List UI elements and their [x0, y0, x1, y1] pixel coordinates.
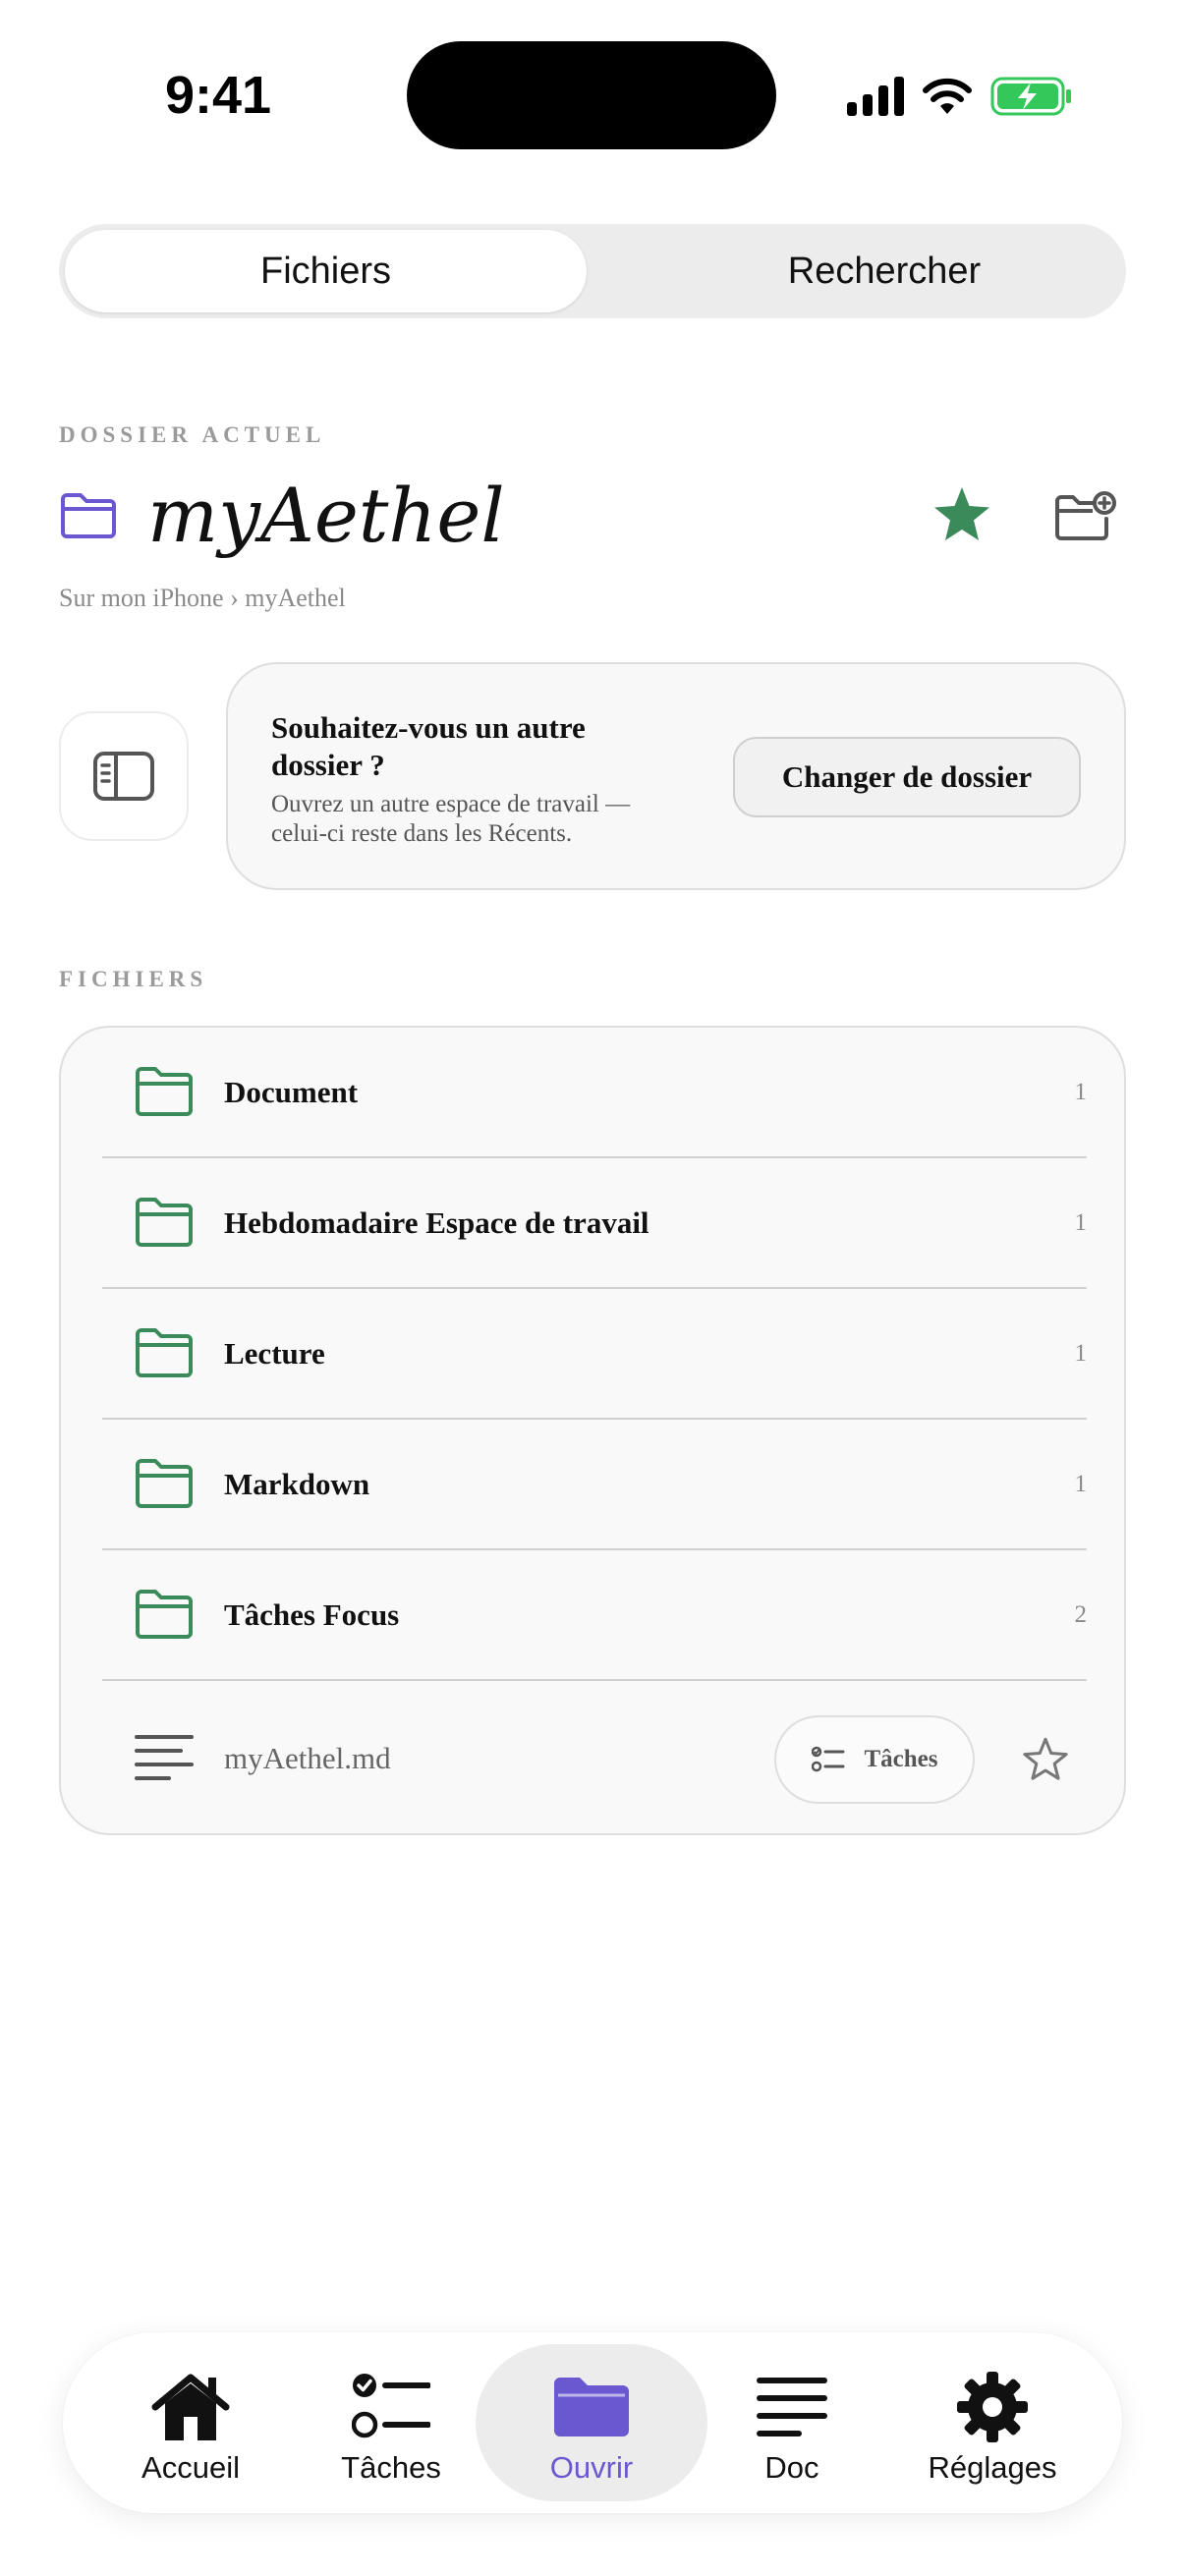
item-count: 1 [1074, 1079, 1088, 1105]
text-lines-icon [757, 2378, 827, 2436]
change-folder-button[interactable]: Changer de dossier [733, 737, 1081, 817]
files-list: Document 1 Hebdomadaire Espace de travai… [59, 1026, 1126, 1835]
folder-icon [136, 1459, 193, 1508]
folder-name: Lecture [224, 1336, 325, 1371]
document-lines-icon [135, 1735, 194, 1780]
folder-row-hebdomadaire[interactable]: Hebdomadaire Espace de travail 1 [102, 1158, 1087, 1289]
breadcrumb: Sur mon iPhone › myAethel [59, 584, 346, 612]
page-title: myAethel [147, 472, 505, 559]
folder-title-row: myAethel [59, 462, 1126, 570]
tab-accueil[interactable]: Accueil [92, 2332, 289, 2513]
item-count: 1 [1074, 1340, 1088, 1367]
change-folder-title: Souhaitez-vous un autre dossier ? [271, 710, 586, 782]
tab-label: Accueil [141, 2450, 240, 2485]
folder-name: Hebdomadaire Espace de travail [224, 1205, 649, 1240]
tab-doc[interactable]: Doc [694, 2332, 890, 2513]
folder-icon [136, 1590, 193, 1639]
folder-name: Document [224, 1075, 359, 1109]
folder-name: Tâches Focus [224, 1597, 400, 1632]
current-folder-label: DOSSIER ACTUEL [59, 422, 326, 447]
folder-row-document[interactable]: Document 1 [102, 1028, 1087, 1158]
tab-label: Tâches [341, 2450, 441, 2485]
folder-icon [136, 1328, 193, 1377]
checklist-icon [352, 2374, 430, 2438]
item-count: 1 [1074, 1471, 1088, 1497]
item-count: 1 [1074, 1209, 1088, 1236]
segment-search[interactable]: Rechercher [649, 230, 1120, 312]
folder-icon [61, 493, 116, 538]
tasks-chip-label: Tâches [864, 1746, 938, 1772]
folder-row-lecture[interactable]: Lecture 1 [102, 1289, 1087, 1420]
star-outline-icon[interactable] [1022, 1737, 1069, 1782]
tab-bar: Accueil Tâches Ouvrir Doc Réglages [63, 2332, 1122, 2513]
tab-label: Réglages [928, 2450, 1057, 2485]
sidebar-toggle-button[interactable] [59, 711, 189, 841]
segment-files[interactable]: Fichiers [65, 230, 587, 312]
favorite-star-icon[interactable] [931, 485, 992, 544]
house-icon [151, 2374, 230, 2440]
status-icons [847, 67, 1073, 126]
tab-label: Doc [764, 2450, 819, 2485]
battery-charging-icon [990, 77, 1071, 116]
checklist-icon [811, 1746, 844, 1772]
segmented-control: Fichiers Rechercher [59, 224, 1126, 318]
sidebar-icon [93, 752, 154, 801]
tab-ouvrir[interactable]: Ouvrir [476, 2344, 707, 2501]
change-folder-card: Souhaitez-vous un autre dossier ? Ouvrez… [226, 662, 1126, 890]
signal-icon [847, 77, 904, 116]
folder-icon [136, 1067, 193, 1116]
change-folder-subtitle: Ouvrez un autre espace de travail — celu… [271, 791, 631, 847]
gear-icon [957, 2372, 1028, 2442]
tab-taches[interactable]: Tâches [293, 2332, 489, 2513]
item-count: 2 [1074, 1601, 1088, 1628]
folder-icon [554, 2378, 629, 2436]
new-folder-icon[interactable] [1053, 491, 1116, 542]
folder-row-markdown[interactable]: Markdown 1 [102, 1420, 1087, 1550]
tab-reglages[interactable]: Réglages [894, 2332, 1091, 2513]
dynamic-island [407, 41, 776, 149]
file-name: myAethel.md [224, 1741, 391, 1775]
tasks-chip-button[interactable]: Tâches [774, 1715, 975, 1804]
files-section-label: FICHIERS [59, 967, 208, 991]
wifi-icon [923, 78, 972, 114]
status-time: 9:41 [165, 66, 272, 125]
markdown-file-row[interactable]: myAethel.md Tâches [102, 1682, 1087, 1835]
tab-label: Ouvrir [549, 2450, 634, 2485]
folder-row-taches-focus[interactable]: Tâches Focus 2 [102, 1550, 1087, 1681]
folder-name: Markdown [224, 1467, 370, 1501]
folder-icon [136, 1198, 193, 1247]
